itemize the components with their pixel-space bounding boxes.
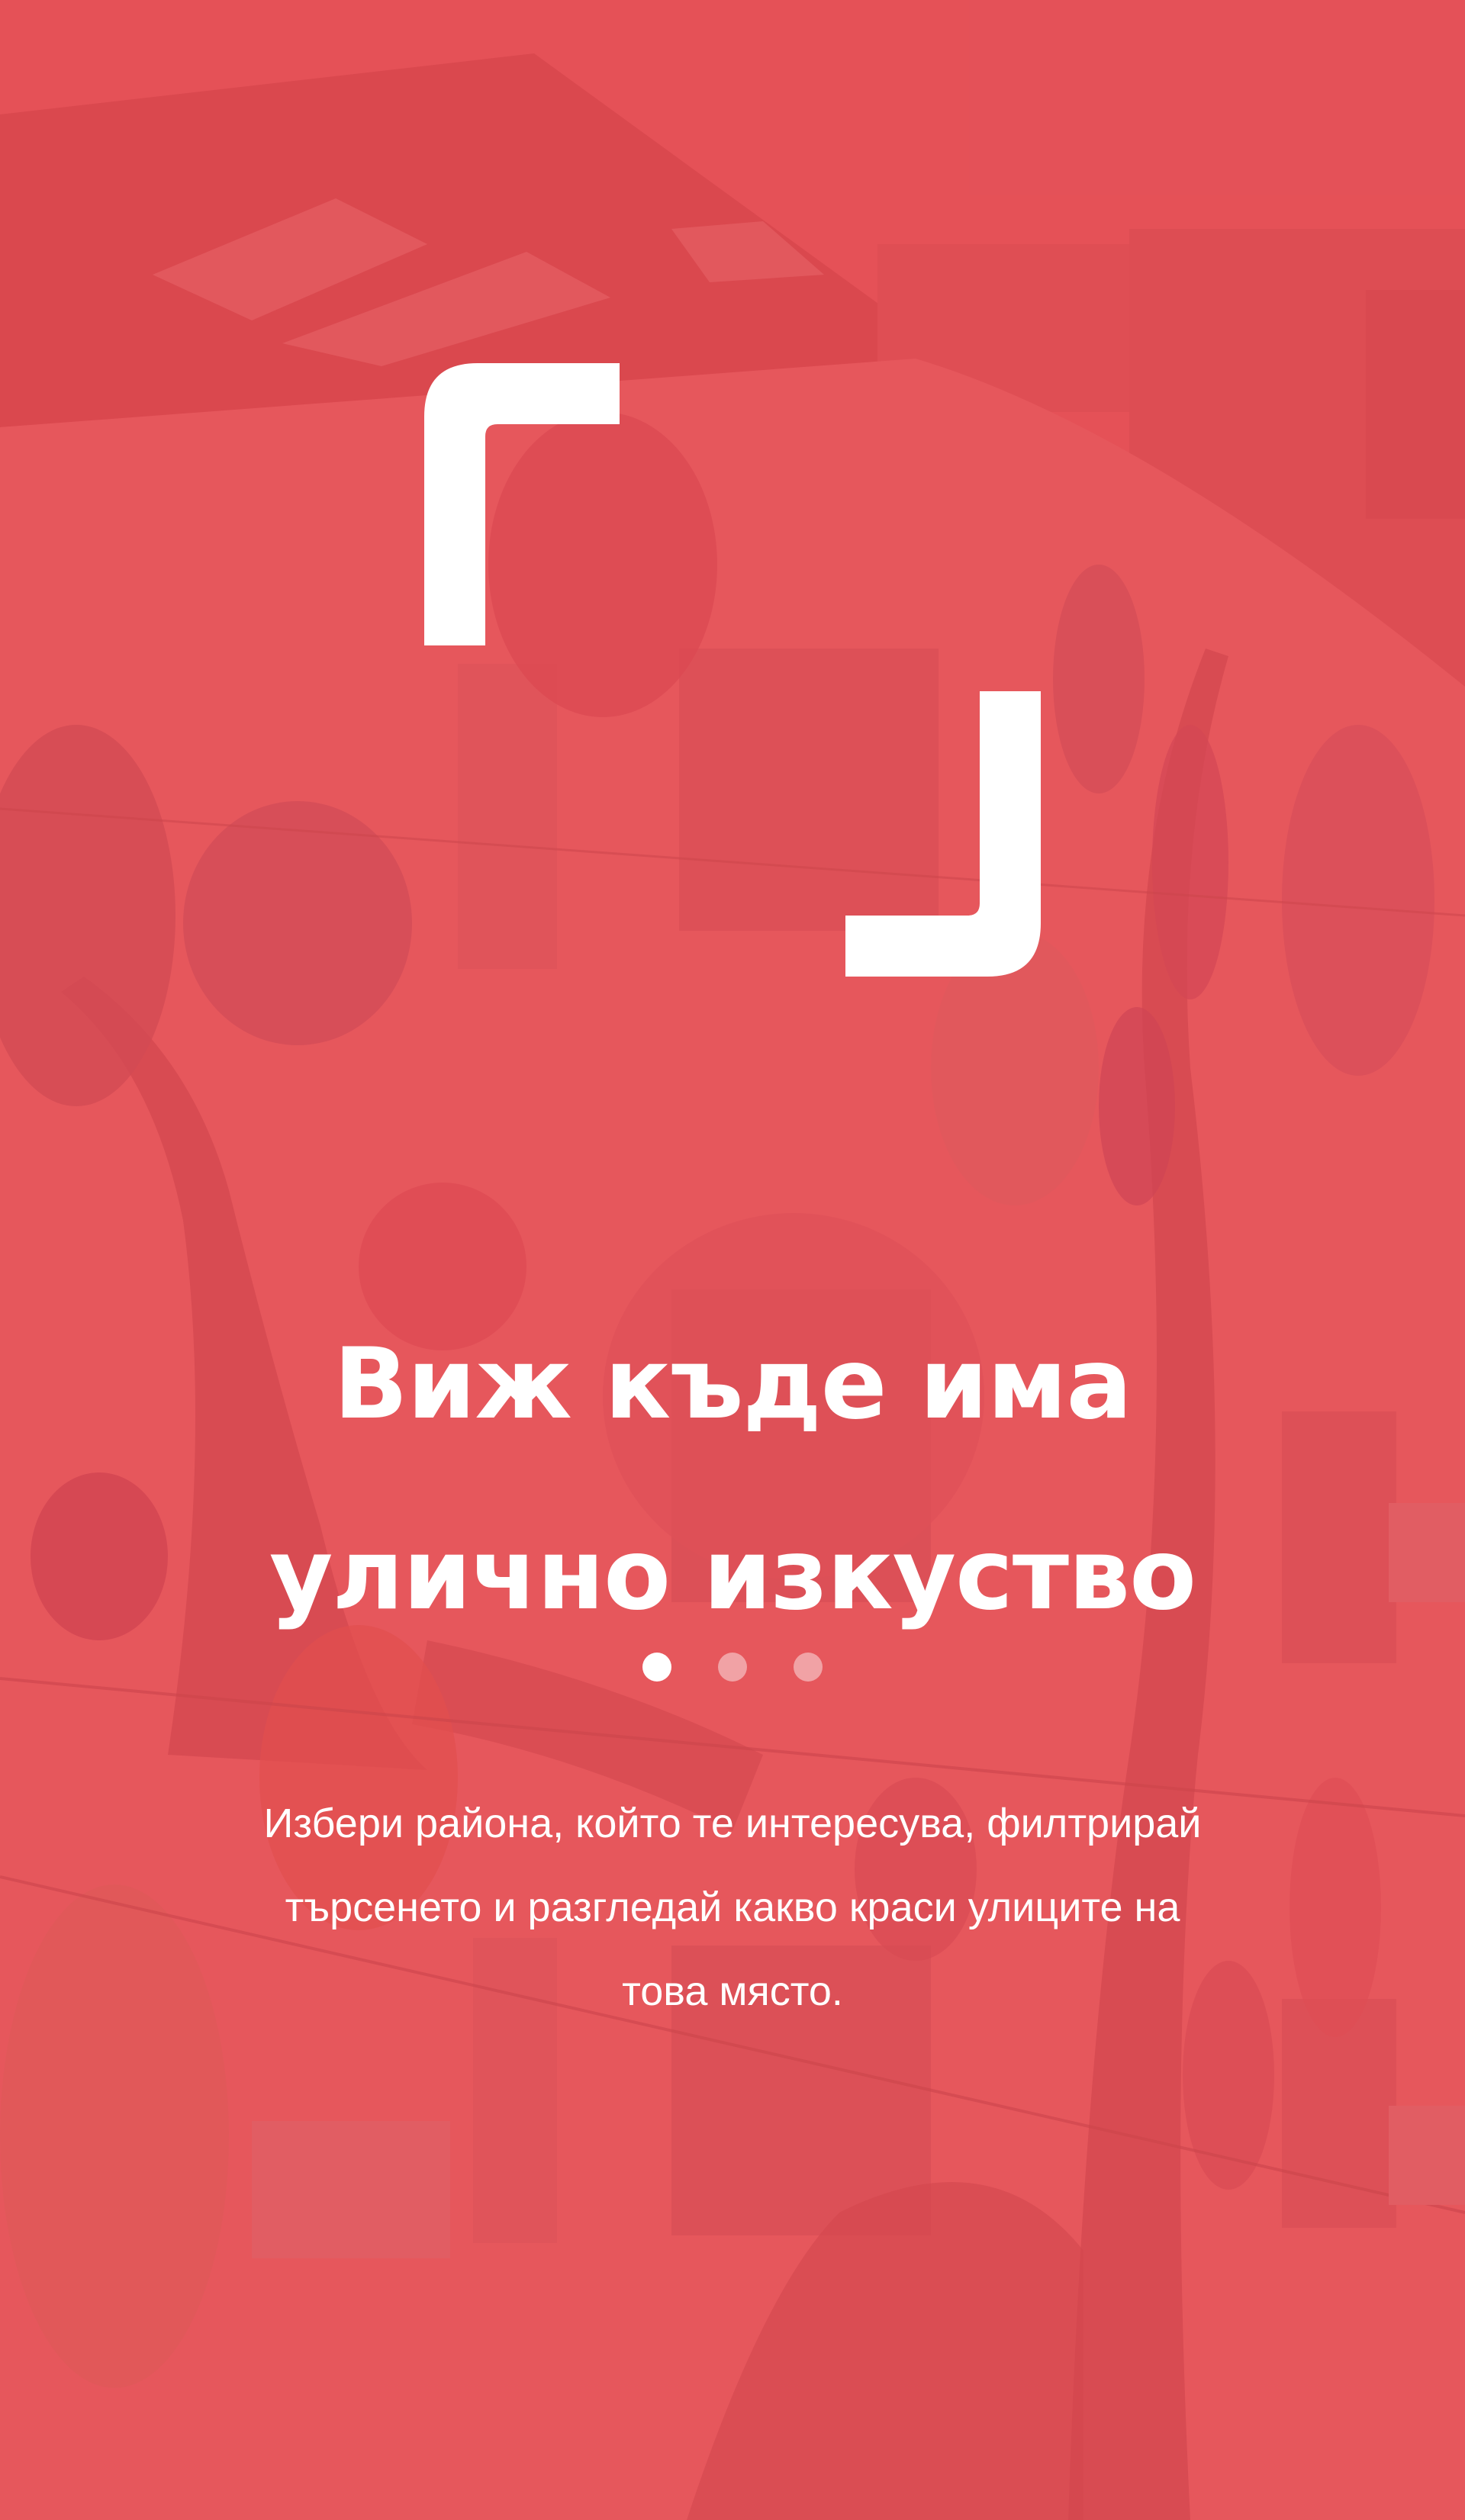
onboarding-description: Избери района, който те интересува, филт…	[122, 1781, 1343, 2033]
description-line: Избери района, който те интересува, филт…	[263, 1801, 1202, 1846]
pagination-dot-3[interactable]	[794, 1653, 823, 1682]
bracket-frame-logo-icon	[424, 363, 1041, 977]
pagination-dot-2[interactable]	[718, 1653, 747, 1682]
onboarding-headline: Виж къде има улично изкуство	[0, 1289, 1465, 1671]
pagination-dot-1[interactable]	[642, 1653, 671, 1682]
description-line: търсенето и разгледай какво краси улицит…	[285, 1884, 1180, 1930]
headline-line: улично изкуство	[269, 1518, 1196, 1632]
description-line: това място.	[622, 1968, 843, 2014]
headline-line: Виж къде има	[333, 1328, 1132, 1441]
pagination-dots	[0, 1652, 1465, 1682]
